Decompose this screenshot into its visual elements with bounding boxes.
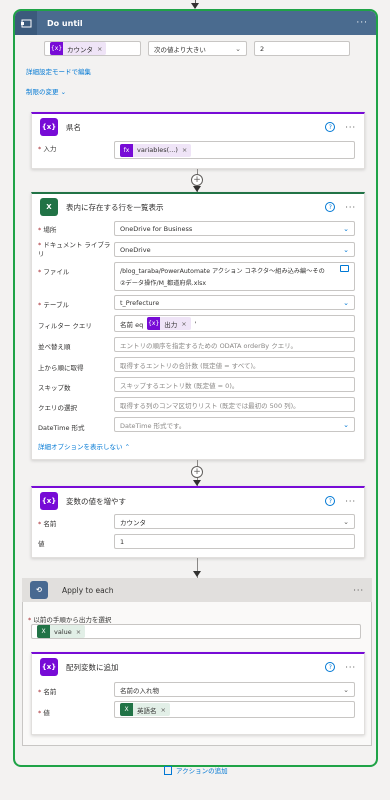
input-label: 入力 [43, 145, 57, 153]
remove-token-icon[interactable]: × [76, 628, 81, 636]
filter-query-field[interactable]: 名前 eq {x} 出力 × ' [114, 315, 355, 332]
add-action-button[interactable]: アクションの追加 [164, 765, 228, 775]
chevron-down-icon: ⌄ [343, 298, 349, 307]
variable-icon: {x} [40, 658, 58, 676]
chevron-down-icon: ⌄ [343, 685, 349, 694]
variable-icon: {x} [40, 118, 58, 136]
remove-token-icon[interactable]: × [181, 320, 186, 328]
fx-icon: fx [120, 143, 133, 157]
variable-name-select[interactable]: カウンタ ⌄ [114, 514, 355, 529]
library-select[interactable]: OneDrive ⌄ [114, 242, 355, 257]
remove-token-icon[interactable]: × [97, 45, 102, 53]
input-field[interactable]: fx variables(...) × [114, 141, 355, 159]
chevron-down-icon: ⌄ [343, 224, 349, 233]
add-step-plus-icon[interactable]: + [191, 174, 203, 186]
increment-value-field[interactable]: 1 [114, 534, 355, 549]
condition-left-field[interactable]: {x} カウンタ × [44, 41, 141, 56]
chevron-down-icon: ⌄ [343, 245, 349, 254]
card-title: 県名 [66, 122, 81, 132]
card-menu-icon[interactable]: ··· [345, 663, 356, 672]
do-until-menu-icon[interactable]: ··· [356, 18, 368, 28]
card-menu-icon[interactable]: ··· [345, 497, 356, 506]
top-label: 上から順に取得 [38, 364, 84, 372]
variable-icon: {x} [40, 492, 58, 510]
value-label: 値 [38, 540, 45, 548]
value-label: 値 [43, 709, 50, 717]
excel-icon: X [37, 625, 50, 638]
chevron-down-icon: ⌄ [60, 88, 67, 96]
help-icon[interactable]: ? [325, 662, 336, 672]
name-label: 名前 [43, 520, 57, 528]
append-value-field[interactable]: X 英語名 × [114, 701, 355, 718]
variable-icon: {x} [50, 42, 63, 55]
hide-advanced-link[interactable]: 詳細オプションを表示しない ⌃ [38, 441, 130, 451]
skip-label: スキップ数 [38, 384, 71, 392]
table-select[interactable]: t_Prefecture ⌄ [114, 295, 355, 310]
card-title: 配列変数に追加 [66, 662, 119, 672]
counter-token[interactable]: {x} カウンタ × [50, 42, 107, 55]
loop-icon: ⟲ [30, 581, 48, 599]
orderby-label: 並べ替え順 [38, 343, 71, 351]
do-until-title: Do until [47, 18, 83, 28]
file-label: ファイル [43, 268, 70, 276]
location-label: 場所 [43, 226, 57, 234]
remove-token-icon[interactable]: × [161, 706, 166, 714]
card-menu-icon[interactable]: ··· [353, 586, 364, 595]
card-title: 変数の値を増やす [66, 496, 126, 506]
chevron-down-icon: ⌄ [343, 420, 349, 429]
card-menu-icon[interactable]: ··· [345, 123, 356, 132]
input-row: * 入力 [38, 145, 57, 153]
array-name-select[interactable]: 名前の入れ物 ⌄ [114, 682, 355, 697]
table-label: テーブル [43, 301, 69, 309]
output-token[interactable]: {x} 出力 × [147, 317, 191, 330]
help-icon[interactable]: ? [325, 122, 336, 132]
name-label: 名前 [43, 688, 57, 696]
help-icon[interactable]: ? [325, 202, 336, 212]
excel-icon: X [40, 198, 58, 216]
select-query-label: クエリの選択 [38, 404, 77, 412]
card-title: 表内に存在する行を一覧表示 [66, 202, 164, 212]
select-output-field[interactable]: X value × [31, 624, 361, 639]
chevron-down-icon: ⌄ [235, 44, 241, 53]
english-name-token[interactable]: X 英語名 × [120, 703, 170, 716]
do-until-header[interactable]: Do until ··· [15, 11, 376, 35]
loop-icon [15, 11, 37, 35]
orderby-field[interactable]: エントリの順序を指定するための ODATA orderBy クエリ。 [114, 337, 355, 352]
datetime-select[interactable]: DateTime 形式です。 ⌄ [114, 417, 355, 432]
filter-label: フィルター クエリ [38, 322, 92, 330]
advanced-mode-link[interactable]: 詳細設定モードで編集 [26, 66, 91, 76]
select-output-label: 以前の手順から出力を選択 [33, 616, 112, 624]
chevron-down-icon: ⌄ [343, 517, 349, 526]
location-select[interactable]: OneDrive for Business ⌄ [114, 221, 355, 236]
add-action-icon [164, 765, 172, 775]
select-query-field[interactable]: 取得する列のコンマ区切りリスト (既定では最初の 500 列)。 [114, 397, 355, 412]
add-step-plus-icon[interactable]: + [191, 466, 203, 478]
file-picker[interactable]: /blog_taraba/PowerAutomate アクション コネクタ～組み… [114, 262, 355, 291]
excel-icon: X [120, 703, 133, 716]
top-count-field[interactable]: 取得するエントリの合計数 (既定値 = すべて)。 [114, 357, 355, 372]
apply-to-each-title: Apply to each [62, 585, 114, 595]
value-token[interactable]: X value × [37, 625, 86, 638]
change-limits-link[interactable]: 制限の変更 ⌄ [26, 86, 66, 96]
remove-token-icon[interactable]: × [182, 146, 187, 154]
condition-right-field[interactable]: 2 [254, 41, 350, 56]
folder-icon[interactable] [340, 265, 349, 272]
card-menu-icon[interactable]: ··· [345, 203, 356, 212]
library-label: ドキュメント ライブラリ [38, 241, 111, 258]
connector-arrow [193, 571, 201, 577]
skip-count-field[interactable]: スキップするエントリ数 (既定値 = 0)。 [114, 377, 355, 392]
chevron-up-icon: ⌃ [124, 443, 131, 451]
variable-icon: {x} [147, 317, 161, 330]
apply-to-each-header[interactable]: ⟲ Apply to each ··· [22, 578, 372, 602]
datetime-label: DateTime 形式 [38, 424, 85, 432]
help-icon[interactable]: ? [325, 496, 336, 506]
expression-token[interactable]: fx variables(...) × [120, 143, 192, 157]
operator-select[interactable]: 次の値より大きい ⌄ [148, 41, 247, 56]
